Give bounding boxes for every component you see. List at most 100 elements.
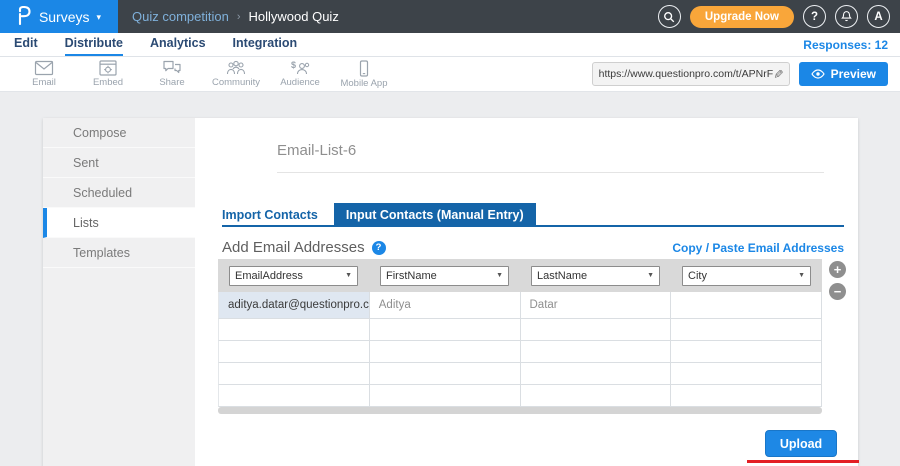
questionpro-app-window: Surveys ▾ Quiz competition › Hollywood Q… [0, 0, 900, 466]
responses-count[interactable]: Responses: 12 [803, 38, 888, 52]
list-title: Email-List-6 [277, 142, 356, 159]
cell-email[interactable] [219, 319, 370, 340]
cell-lastname[interactable] [521, 319, 672, 340]
breadcrumb-parent[interactable]: Quiz competition [132, 9, 229, 24]
tab-input-contacts-manual[interactable]: Input Contacts (Manual Entry) [334, 203, 536, 225]
search-icon [663, 11, 675, 23]
tool-embed[interactable]: Embed [76, 57, 140, 88]
column-select-emailaddress[interactable]: EmailAddress▼ [229, 266, 358, 286]
cell-city[interactable] [671, 363, 822, 384]
cell-city[interactable] [671, 319, 822, 340]
cell-firstname[interactable] [370, 319, 521, 340]
account-avatar[interactable]: A [867, 5, 890, 28]
tool-audience[interactable]: $ Audience [268, 57, 332, 88]
cell-firstname[interactable] [370, 385, 521, 406]
breadcrumb: Quiz competition › Hollywood Quiz [132, 9, 339, 24]
preview-button[interactable]: Preview [799, 62, 888, 86]
remove-row-button[interactable]: − [829, 283, 846, 300]
select-caret-icon: ▼ [798, 272, 805, 279]
cell-email[interactable]: aditya.datar@questionpro.com [219, 292, 370, 318]
tool-community[interactable]: Community [204, 57, 268, 88]
cell-city[interactable] [671, 292, 822, 318]
tab-edit[interactable]: Edit [14, 33, 38, 56]
help-button[interactable]: ? [803, 5, 826, 28]
sidebar-item-sent[interactable]: Sent [43, 148, 195, 178]
share-icon [162, 60, 182, 76]
cell-email[interactable] [219, 341, 370, 362]
add-row-button[interactable]: + [829, 261, 846, 278]
topbar-actions: Upgrade Now ? A [658, 5, 900, 28]
cell-firstname[interactable] [370, 341, 521, 362]
edit-url-icon[interactable]: ✎ [771, 69, 785, 79]
list-detail-content: Email-List-6 Import Contacts Input Conta… [195, 118, 858, 466]
cell-city[interactable] [671, 385, 822, 406]
tool-share[interactable]: Share [140, 57, 204, 88]
notifications-button[interactable] [835, 5, 858, 28]
email-sidebar: Compose Sent Scheduled Lists Templates [43, 118, 195, 466]
surveys-menu-button[interactable]: Surveys ▾ [0, 0, 118, 33]
sidebar-item-lists[interactable]: Lists [43, 208, 195, 238]
tab-integration[interactable]: Integration [233, 33, 298, 56]
contacts-tabs: Import Contacts Input Contacts (Manual E… [222, 203, 844, 227]
svg-text:$: $ [291, 60, 296, 70]
bell-icon [840, 10, 853, 23]
sidebar-item-compose[interactable]: Compose [43, 118, 195, 148]
select-caret-icon: ▼ [345, 272, 352, 279]
survey-url-input[interactable] [599, 68, 773, 80]
copy-paste-link[interactable]: Copy / Paste Email Addresses [672, 241, 844, 255]
column-select-firstname[interactable]: FirstName▼ [380, 266, 509, 286]
tab-analytics[interactable]: Analytics [150, 33, 206, 56]
sidebar-item-templates[interactable]: Templates [43, 238, 195, 268]
survey-url-box: ✎ [592, 62, 790, 86]
eye-icon [811, 69, 825, 79]
mobile-app-icon [354, 60, 374, 77]
column-select-lastname[interactable]: LastName▼ [531, 266, 660, 286]
tool-email[interactable]: Email [12, 57, 76, 88]
select-caret-icon: ▼ [647, 272, 654, 279]
cell-lastname[interactable] [521, 385, 672, 406]
email-lists-panel: Compose Sent Scheduled Lists Templates E… [43, 118, 858, 466]
breadcrumb-current: Hollywood Quiz [249, 9, 339, 24]
chevron-down-icon: ▾ [97, 12, 102, 23]
add-emails-header: Add Email Addresses ? Copy / Paste Email… [222, 239, 844, 256]
tool-mobile-app[interactable]: Mobile App [332, 57, 396, 89]
contact-row [218, 363, 822, 385]
select-caret-icon: ▼ [496, 272, 503, 279]
cell-email[interactable] [219, 363, 370, 384]
cell-lastname[interactable] [521, 341, 672, 362]
cell-city[interactable] [671, 341, 822, 362]
survey-nav: Edit Distribute Analytics Integration Re… [0, 33, 900, 57]
email-icon [34, 60, 54, 76]
sidebar-item-scheduled[interactable]: Scheduled [43, 178, 195, 208]
title-divider [277, 172, 824, 173]
upgrade-now-button[interactable]: Upgrade Now [690, 6, 794, 28]
contacts-grid: EmailAddress▼ FirstName▼ LastName▼ City▼… [218, 259, 822, 407]
top-bar: Surveys ▾ Quiz competition › Hollywood Q… [0, 0, 900, 33]
contact-row [218, 385, 822, 407]
tab-import-contacts[interactable]: Import Contacts [222, 203, 334, 225]
embed-icon [98, 60, 118, 76]
survey-link-area: ✎ Preview [592, 57, 900, 86]
cell-lastname[interactable] [521, 363, 672, 384]
cell-firstname[interactable]: Aditya [370, 292, 521, 318]
annotation-red-underline [747, 460, 859, 463]
community-icon [225, 60, 247, 76]
contact-row [218, 341, 822, 363]
tab-distribute[interactable]: Distribute [65, 33, 123, 56]
cell-lastname[interactable]: Datar [521, 292, 672, 318]
horizontal-scrollbar[interactable] [218, 407, 822, 414]
upload-button[interactable]: Upload [765, 430, 837, 457]
questionpro-logo-icon [17, 6, 32, 28]
cell-email[interactable] [219, 385, 370, 406]
cell-firstname[interactable] [370, 363, 521, 384]
add-emails-heading: Add Email Addresses [222, 239, 365, 256]
surveys-menu-label: Surveys [39, 9, 90, 25]
contact-row [218, 319, 822, 341]
help-tooltip-icon[interactable]: ? [372, 241, 386, 255]
audience-icon: $ [289, 60, 311, 76]
search-button[interactable] [658, 5, 681, 28]
contact-row: aditya.datar@questionpro.com Aditya Data… [218, 292, 822, 319]
distribute-toolbar: Email Embed Share Community $ Audience M… [0, 57, 900, 92]
grid-header-row: EmailAddress▼ FirstName▼ LastName▼ City▼ [218, 259, 822, 292]
column-select-city[interactable]: City▼ [682, 266, 811, 286]
